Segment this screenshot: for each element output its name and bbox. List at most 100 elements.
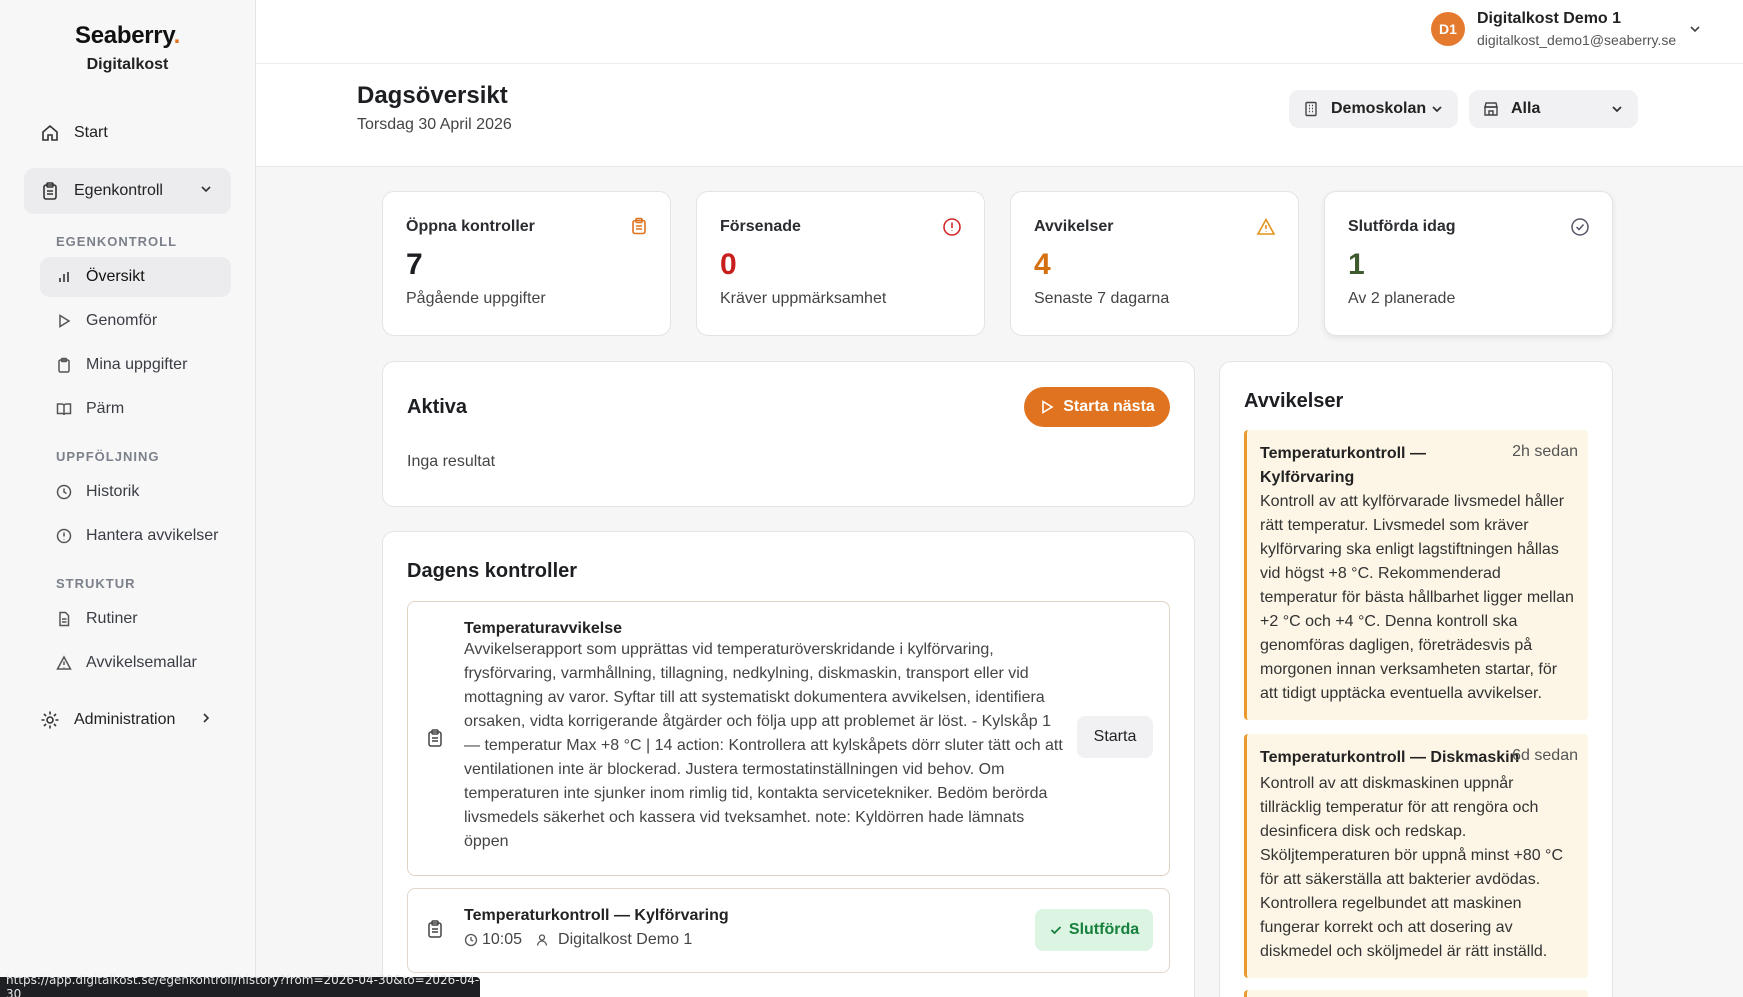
chevron-down-icon	[1430, 102, 1444, 121]
task-user: Digitalkost Demo 1	[558, 931, 693, 948]
clock-icon	[56, 484, 72, 500]
deviation-time: 2h sedan	[1512, 443, 1578, 460]
alert-circle-icon	[56, 528, 72, 544]
sidebar-nav: Start Egenkontroll EGENKONTROLL Översikt…	[24, 110, 231, 743]
sidebar-item-rutiner[interactable]: Rutiner	[40, 599, 231, 639]
deviation-text: Kontroll av att kylförvarade livsmedel h…	[1260, 493, 1574, 702]
stat-card-completed[interactable]: Slutförda idag 1 Av 2 planerade	[1324, 191, 1613, 336]
check-icon	[1049, 923, 1063, 937]
start-next-button[interactable]: Starta nästa	[1024, 387, 1170, 427]
stat-value: 7	[406, 248, 423, 281]
sidebar-item-avvikelsemallar[interactable]: Avvikelsemallar	[40, 643, 231, 683]
gear-icon	[40, 710, 60, 730]
start-task-button[interactable]: Starta	[1077, 716, 1153, 758]
stat-value: 1	[1348, 248, 1365, 281]
sidebar-item-label: Historik	[86, 483, 140, 500]
stat-label: Slutförda idag	[1348, 218, 1456, 235]
section-title-egenkontroll: EGENKONTROLL	[56, 234, 178, 249]
user-name: Digitalkost Demo 1	[1477, 10, 1622, 27]
sidebar-item-oversikt[interactable]: Översikt	[40, 257, 231, 297]
clipboard-icon	[425, 728, 445, 753]
sidebar-item-hantera-avvikelser[interactable]: Hantera avvikelser	[40, 516, 231, 556]
clipboard-icon	[630, 217, 648, 240]
sidebar-item-label: Mina uppgifter	[86, 356, 188, 373]
sidebar-item-mina-uppgifter[interactable]: Mina uppgifter	[40, 345, 231, 385]
deviation-time: 6d sedan	[1512, 747, 1578, 764]
bar-chart-icon	[56, 269, 72, 285]
warning-triangle-icon	[1256, 217, 1276, 242]
stat-desc: Kräver uppmärksamhet	[720, 290, 887, 307]
stat-value: 4	[1034, 248, 1051, 281]
deviation-title: Temperaturkontroll — Diskmaskin	[1260, 749, 1520, 766]
page-date: Torsdag 30 April 2026	[357, 116, 512, 133]
unit-select[interactable]: Alla	[1469, 90, 1638, 128]
scrollbar[interactable]	[1735, 150, 1743, 997]
sidebar-item-start[interactable]: Start	[24, 110, 231, 156]
stat-card-open[interactable]: Öppna kontroller 7 Pågående uppgifter	[382, 191, 671, 336]
sidebar-item-label: Rutiner	[86, 610, 138, 627]
start-next-label: Starta nästa	[1063, 398, 1155, 415]
deviation-text: Kontroll av att diskmaskinen uppnår till…	[1260, 775, 1564, 960]
clipboard-icon	[56, 357, 72, 373]
status-badge: Slutförda	[1035, 909, 1153, 951]
book-open-icon	[56, 401, 72, 417]
sidebar-item-label: Egenkontroll	[74, 182, 163, 199]
building-icon	[1303, 101, 1319, 117]
warning-triangle-icon	[56, 655, 72, 671]
storefront-icon	[1483, 101, 1499, 117]
task-description: Avvikelserapport som upprättas vid tempe…	[464, 641, 1063, 850]
section-title-uppfoljning: UPPFÖLJNING	[56, 449, 160, 464]
chevron-down-icon[interactable]	[1688, 22, 1702, 41]
dagens-title: Dagens kontroller	[407, 560, 578, 582]
deviation-item[interactable]	[1244, 990, 1588, 997]
deviation-title: Temperaturkontroll — Kylförvaring	[1260, 445, 1426, 486]
clipboard-icon	[425, 919, 445, 944]
link-preview-statusbar: https://app.digitalkost.se/egenkontroll/…	[0, 973, 480, 997]
stat-card-late[interactable]: Försenade 0 Kräver uppmärksamhet	[696, 191, 985, 336]
check-circle-icon	[1570, 217, 1590, 242]
alert-circle-icon	[942, 217, 962, 242]
chevron-right-icon	[199, 711, 213, 730]
sidebar-item-label: Genomför	[86, 312, 158, 329]
aktiva-empty-text: Inga resultat	[407, 453, 496, 470]
task-card[interactable]: Temperaturkontroll — Kylförvaring 10:05 …	[407, 888, 1170, 973]
sidebar-item-historik[interactable]: Historik	[40, 472, 231, 512]
avatar: D1	[1431, 12, 1465, 46]
org-name: Digitalkost	[86, 56, 169, 73]
sidebar-item-egenkontroll[interactable]: Egenkontroll	[24, 168, 231, 214]
task-card[interactable]: Temperaturavvikelse Avvikelserapport som…	[407, 601, 1170, 876]
home-icon	[40, 123, 60, 143]
deviation-item[interactable]: Temperaturkontroll — Diskmaskin 6d sedan…	[1244, 734, 1588, 978]
sidebar: Seaberry. Digitalkost Start Egenkontroll…	[0, 0, 256, 997]
sidebar-item-label: Hantera avvikelser	[86, 527, 219, 544]
user-icon	[536, 933, 550, 947]
sidebar-item-parm[interactable]: Pärm	[40, 389, 231, 429]
aktiva-panel: Aktiva Starta nästa Inga resultat	[382, 361, 1195, 507]
chevron-down-icon	[1610, 102, 1624, 121]
user-email: digitalkost_demo1@seaberry.se	[1477, 32, 1677, 48]
sidebar-item-administration[interactable]: Administration	[24, 697, 231, 743]
dagens-kontroller-panel: Dagens kontroller Temperaturavvikelse Av…	[382, 531, 1195, 997]
sidebar-item-genomfor[interactable]: Genomför	[40, 301, 231, 341]
school-select[interactable]: Demoskolan	[1289, 90, 1458, 128]
task-meta: 10:05 Digitalkost Demo 1	[464, 931, 729, 949]
page-title: Dagsöversikt	[357, 82, 508, 109]
brand: Seaberry. Digitalkost	[0, 0, 255, 74]
avvikelser-title: Avvikelser	[1244, 390, 1344, 412]
school-select-value: Demoskolan	[1331, 100, 1427, 117]
sidebar-item-label: Administration	[74, 711, 176, 728]
clock-icon	[464, 933, 478, 947]
deviation-item[interactable]: Temperaturkontroll — Kylförvaring 2h sed…	[1244, 430, 1588, 720]
stat-label: Öppna kontroller	[406, 218, 535, 235]
sidebar-item-label: Avvikelsemallar	[86, 654, 197, 671]
sidebar-item-label: Start	[74, 124, 108, 141]
brand-logo[interactable]: Seaberry.	[0, 22, 255, 50]
status-label: Slutförda	[1068, 921, 1140, 938]
chevron-down-icon	[199, 182, 213, 201]
stat-card-deviations[interactable]: Avvikelser 4 Senaste 7 dagarna	[1010, 191, 1299, 336]
task-title: Temperaturavvikelse	[464, 620, 623, 637]
user-menu[interactable]: D1 Digitalkost Demo 1 digitalkost_demo1@…	[1431, 10, 1676, 48]
task-title: Temperaturkontroll — Kylförvaring	[464, 907, 729, 924]
unit-select-value: Alla	[1511, 100, 1541, 117]
document-icon	[56, 611, 72, 627]
